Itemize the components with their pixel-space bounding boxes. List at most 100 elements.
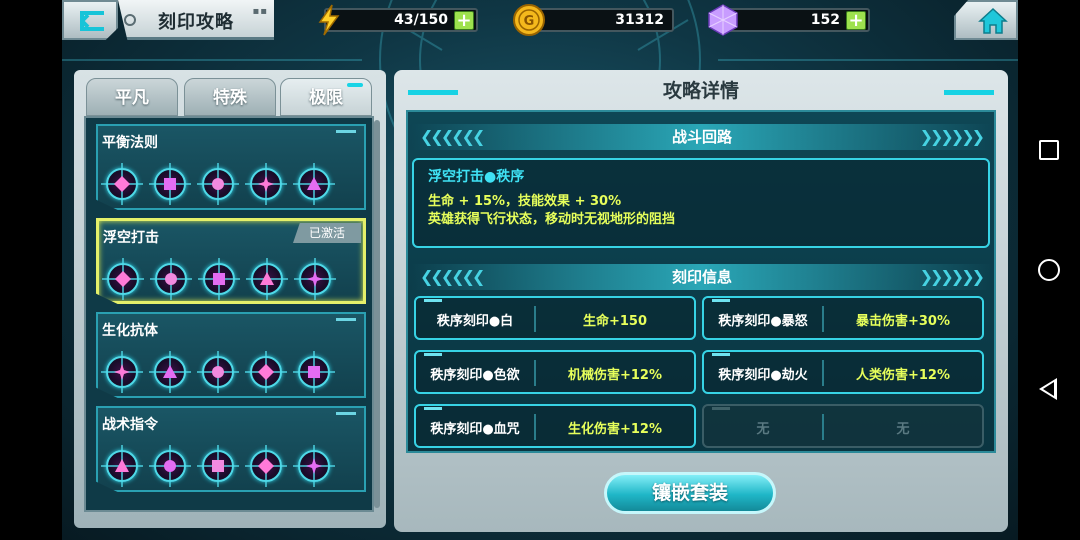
slot-decor [424,299,442,302]
energy-counter: 43/150 + [318,4,478,36]
seal-slot-icon [293,351,335,393]
set-name: 生化抗体 [102,323,158,339]
seal-name: 秩序刻印●劫火 [718,368,808,383]
chevrons-left-icon: ❮❮❮❮❮❮ [420,127,485,146]
seal-name: 秩序刻印●色欲 [430,368,520,383]
gem-counter: 152 + [708,4,870,36]
crystal-icon [708,4,738,36]
set-name: 浮空打击 [103,230,159,246]
seal-name: 秩序刻印●血咒 [430,422,520,437]
seal-name: 无 [756,422,770,437]
seal-slot-empty[interactable]: 无 无 [702,404,984,448]
tab-extreme[interactable]: 极限 [280,78,372,116]
seal-effect: 机械伤害+12% [567,368,662,383]
combo-effect-box: 浮空打击●秩序 生命 + 15%，技能效果 + 30% 英雄获得飞行状态，移动时… [412,158,990,248]
equip-set-button[interactable]: 镶嵌套装 [604,472,776,514]
seal-slot-icon [149,351,191,393]
system-nav-bar [1018,0,1080,540]
seal-slot[interactable]: 秩序刻印●白 生命+150 [414,296,696,340]
add-energy-button[interactable]: + [454,11,474,30]
seal-slot-icon [102,258,144,300]
slot-decor [712,407,730,410]
seal-slot-icon [245,445,287,487]
chevrons-right-icon: ❯❯❯❯❯❯ [919,127,985,146]
seal-slot-icon [198,258,240,300]
tab-label: 极限 [309,88,343,108]
lightning-icon [318,4,340,36]
home-circle-icon[interactable] [1038,259,1060,281]
seal-slot[interactable]: 秩序刻印●血咒 生化伤害+12% [414,404,696,448]
home-icon [978,7,1008,34]
seal-slot-icon [101,445,143,487]
activated-badge: 已激活 [293,223,361,243]
seal-info-header: ❮❮❮❮❮❮ 刻印信息 ❯❯❯❯❯❯ [412,264,992,290]
seal-slot-icon [197,351,239,393]
gem-value: 152 [810,12,840,28]
combo-stat-line: 生命 + 15%，技能效果 + 30% [428,194,622,209]
page-title: 刻印攻略 [158,12,234,33]
set-card-aerial-strike[interactable]: 浮空打击 已激活 [96,218,366,304]
slot-decor [424,407,442,410]
seal-slot-icon [101,351,143,393]
set-card-balance[interactable]: 平衡法则 [96,124,366,210]
tab-special[interactable]: 特殊 [184,78,276,116]
card-decor-bar [336,130,356,133]
slot-decor [712,353,730,356]
set-name: 战术指令 [102,417,158,433]
active-tab-marker [347,83,363,87]
section-title: 刻印信息 [671,268,732,286]
seal-slot[interactable]: 秩序刻印●暴怒 暴击伤害+30% [702,296,984,340]
energy-value: 43/150 [394,12,448,28]
back-triangle-icon[interactable] [1039,378,1057,400]
decor-dots-icon: ▪▪ [252,6,268,17]
gold-counter: G 31312 [513,4,674,36]
combo-effect-line: 英雄获得飞行状态，移动时无视地形的阻挡 [428,212,676,227]
list-scrollbar[interactable] [374,120,380,508]
slot-decor [712,299,730,302]
seal-effect: 人类伤害+12% [855,368,950,383]
card-decor-bar [336,318,356,321]
seal-slot-icon [149,445,191,487]
set-name: 平衡法则 [102,135,158,151]
seal-slot-icon [197,445,239,487]
tab-label: 平凡 [115,88,149,108]
seal-effect: 生化伤害+12% [567,422,662,437]
gold-value: 31312 [615,12,664,28]
seal-slot-icon [246,258,288,300]
card-decor-bar [336,412,356,415]
tab-normal[interactable]: 平凡 [86,78,178,116]
svg-text:G: G [524,14,535,29]
seal-slot[interactable]: 秩序刻印●色欲 机械伤害+12% [414,350,696,394]
battle-circuit-header: ❮❮❮❮❮❮ 战斗回路 ❯❯❯❯❯❯ [412,124,992,150]
slot-decor [424,353,442,356]
seal-name: 秩序刻印●白 [436,314,514,329]
home-button[interactable] [954,0,1018,40]
add-gem-button[interactable]: + [846,11,866,30]
tab-label: 特殊 [213,88,247,108]
detail-title: 攻略详情 [662,80,739,102]
set-card-biochem-antibody[interactable]: 生化抗体 [96,312,366,398]
seal-slot-icon [294,258,336,300]
seal-name: 秩序刻印●暴怒 [718,314,808,329]
gold-coin-icon: G [513,4,545,36]
section-title: 战斗回路 [671,128,732,146]
back-button[interactable] [62,0,118,40]
seal-slot-icon [245,163,287,205]
pin-icon [124,14,136,26]
seal-slot-icon [245,351,287,393]
set-card-tactical-command[interactable]: 战术指令 [96,406,366,492]
combo-title: 浮空打击●秩序 [428,169,525,185]
recent-apps-icon[interactable] [1039,140,1059,160]
game-screen: 刻印攻略 ▪▪ 43/150 + G 31312 152 + 平凡 特殊 极限 [62,0,1018,540]
seal-effect: 生命+150 [582,314,648,329]
seal-effect: 暴击伤害+30% [855,314,950,329]
seal-slot[interactable]: 秩序刻印●劫火 人类伤害+12% [702,350,984,394]
seal-slot-icon [197,163,239,205]
seal-slot-icon [149,163,191,205]
seal-effect: 无 [896,422,910,437]
page-title-plate: 刻印攻略 ▪▪ [118,0,274,40]
seal-slot-icon [150,258,192,300]
back-arrow-icon [80,11,104,31]
seal-slot-icon [293,445,335,487]
seal-slot-icon [101,163,143,205]
